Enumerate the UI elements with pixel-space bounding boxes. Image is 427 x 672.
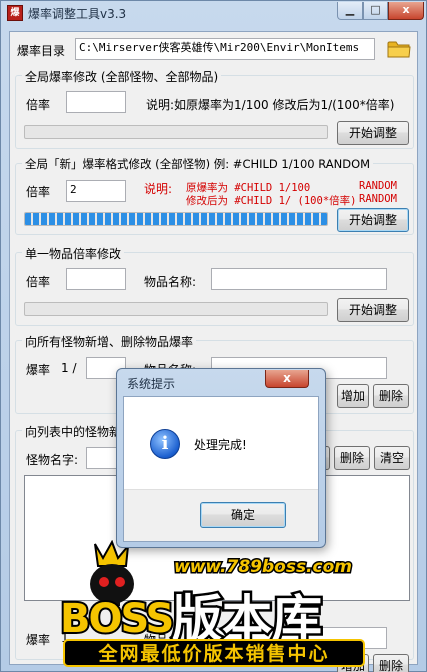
watermark: www.789boss.com BOSS 版本库 全网最低价版本销售中心 <box>58 540 365 667</box>
single-item-name-input[interactable] <box>211 268 387 290</box>
single-item-progress <box>24 302 328 316</box>
monster-clear-button[interactable]: 清空 <box>374 446 410 470</box>
rate-dir-input[interactable]: C:\Mirserver侠客英雄传\Mir200\Envir\MonItems <box>75 38 375 60</box>
title-bar[interactable]: 爆 爆率调整工具v3.3 ▁ □ x <box>1 1 426 25</box>
single-item-start-button[interactable]: 开始调整 <box>337 298 409 322</box>
dialog-ok-button[interactable]: 确定 <box>200 502 286 528</box>
system-prompt-dialog: 系统提示 x i 处理完成! 确定 <box>116 368 326 548</box>
dialog-body: i 处理完成! 确定 <box>123 396 319 542</box>
single-item-name-label: 物品名称: <box>144 275 197 289</box>
watermark-tagline: 全网最低价版本销售中心 <box>97 642 329 665</box>
watermark-url: www.789boss.com <box>174 557 352 577</box>
new-format-note-line2-random: RANDOM <box>359 193 397 205</box>
rate-dir-label: 爆率目录 <box>17 44 66 58</box>
global-rate-title: 全局爆率修改 (全部怪物、全部物品) <box>22 68 222 85</box>
add-all-rate-label: 爆率 <box>26 363 51 377</box>
new-format-progress <box>24 212 328 226</box>
add-all-add-button[interactable]: 增加 <box>337 384 369 408</box>
list-monsters-title: 向列表中的怪物新 <box>22 423 125 440</box>
maximize-button[interactable]: □ <box>363 2 388 20</box>
single-item-group: 单一物品倍率修改 倍率 物品名称: 开始调整 <box>15 245 414 326</box>
watermark-brand-latin: BOSS <box>60 596 172 642</box>
global-start-button[interactable]: 开始调整 <box>337 121 409 145</box>
new-format-title: 全局「新」爆率格式修改 (全部怪物) 例: #CHILD 1/100 RANDO… <box>22 156 374 172</box>
add-all-rate-prefix: 1 / <box>61 361 77 375</box>
single-item-rate-label: 倍率 <box>26 275 51 289</box>
monster-name-label: 怪物名字: <box>26 453 79 467</box>
single-item-rate-input[interactable] <box>66 268 126 290</box>
dialog-footer: 确定 <box>124 489 318 541</box>
new-format-rate-label: 倍率 <box>26 185 51 199</box>
new-format-progress-fill <box>25 213 327 225</box>
global-rate-input[interactable] <box>66 91 126 113</box>
app-icon: 爆 <box>7 5 23 21</box>
new-format-group: 全局「新」爆率格式修改 (全部怪物) 例: #CHILD 1/100 RANDO… <box>15 156 414 235</box>
new-format-rate-input[interactable]: 2 <box>66 180 126 202</box>
global-rate-note: 说明:如原爆率为1/100 修改后为1/(100*倍率) <box>146 98 395 112</box>
folder-icon[interactable] <box>387 39 411 59</box>
window-title: 爆率调整工具v3.3 <box>28 7 127 21</box>
global-rate-group: 全局爆率修改 (全部怪物、全部物品) 倍率 说明:如原爆率为1/100 修改后为… <box>15 68 414 149</box>
new-format-note-line1-random: RANDOM <box>359 180 397 192</box>
monster-delete-button[interactable]: 删除 <box>334 446 370 470</box>
new-format-note-label: 说明: <box>144 182 173 196</box>
add-all-title: 向所有怪物新增、删除物品爆率 <box>22 333 197 350</box>
dialog-close-button[interactable]: x <box>265 370 309 388</box>
add-all-delete-button[interactable]: 删除 <box>373 384 409 408</box>
close-button[interactable]: x <box>388 2 424 20</box>
dialog-message: 处理完成! <box>194 438 247 452</box>
single-item-title: 单一物品倍率修改 <box>22 245 125 262</box>
global-rate-label: 倍率 <box>26 98 51 112</box>
dialog-title: 系统提示 <box>127 377 176 391</box>
new-format-start-button[interactable]: 开始调整 <box>337 208 409 232</box>
global-progress <box>24 125 328 139</box>
new-format-note-line2: 修改后为 #CHILD 1/ (100*倍率) <box>186 195 357 207</box>
info-icon: i <box>150 429 180 459</box>
minimize-button[interactable]: ▁ <box>337 2 363 20</box>
